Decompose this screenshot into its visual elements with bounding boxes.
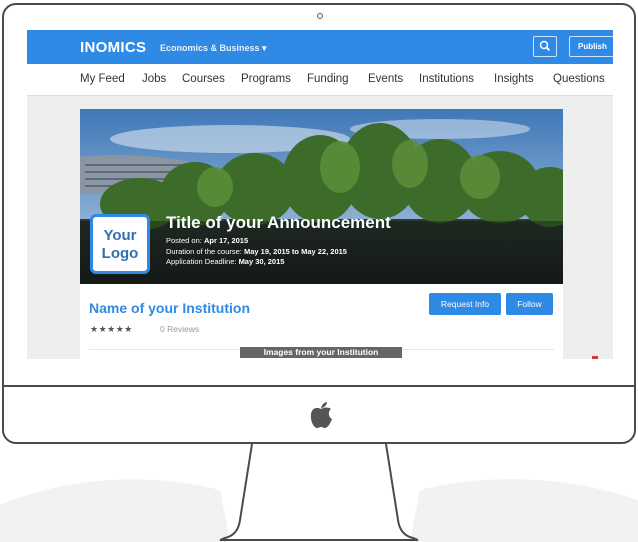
nav-item-funding[interactable]: Funding [307,73,349,85]
duration-label: Duration of the course: [166,247,242,256]
institution-logo: Your Logo [90,214,150,274]
deadline-value: May 30, 2015 [238,257,285,266]
logo-line-2: Logo [101,245,139,262]
announcement-title: Title of your Announcement [166,213,391,232]
banner-image [80,109,563,284]
posted-date: Posted on: Apr 17, 2015 [166,236,248,245]
screen: INOMICS Economics & Business ▾ Publish M… [27,30,613,359]
search-icon [539,40,551,52]
nav-item-events[interactable]: Events [368,73,403,85]
monitor-chin-divider [2,385,636,387]
camera-icon [317,13,323,19]
institution-name[interactable]: Name of your Institution [89,300,250,316]
follow-button[interactable]: Follow [506,293,553,315]
nav-item-programs[interactable]: Programs [241,73,291,85]
rating-stars[interactable]: ★★★★★ [90,324,133,335]
nav-item-questions[interactable]: Questions [553,73,605,85]
images-section-label: Images from your Institution [240,347,402,358]
apple-logo-icon [310,402,332,428]
nav-item-insights[interactable]: Insights [494,73,534,85]
top-bar: INOMICS Economics & Business ▾ Publish [27,30,613,64]
request-info-button[interactable]: Request Info [429,293,501,315]
reviews-count[interactable]: 0 Reviews [160,324,199,334]
posted-label: Posted on: [166,236,202,245]
posted-value: Apr 17, 2015 [203,236,249,245]
publish-button[interactable]: Publish [569,36,613,57]
nav-item-courses[interactable]: Courses [182,73,225,85]
nav-item-my-feed[interactable]: My Feed [80,73,125,85]
category-selector[interactable]: Economics & Business ▾ [160,43,267,54]
red-marker [592,356,598,359]
course-duration: Duration of the course: May 19, 2015 to … [166,247,347,256]
deadline-label: Application Deadline: [166,257,237,266]
brand-logo[interactable]: INOMICS [80,39,146,56]
nav-item-institutions[interactable]: Institutions [419,73,474,85]
nav-item-jobs[interactable]: Jobs [142,73,166,85]
main-nav: My Feed Jobs Courses Programs Funding Ev… [27,64,613,96]
logo-line-1: Your [103,227,137,244]
duration-value: May 19, 2015 to May 22, 2015 [243,247,347,256]
announcement-card: Your Logo Title of your Announcement Pos… [80,109,563,359]
application-deadline: Application Deadline: May 30, 2015 [166,257,284,266]
search-button[interactable] [533,36,557,57]
